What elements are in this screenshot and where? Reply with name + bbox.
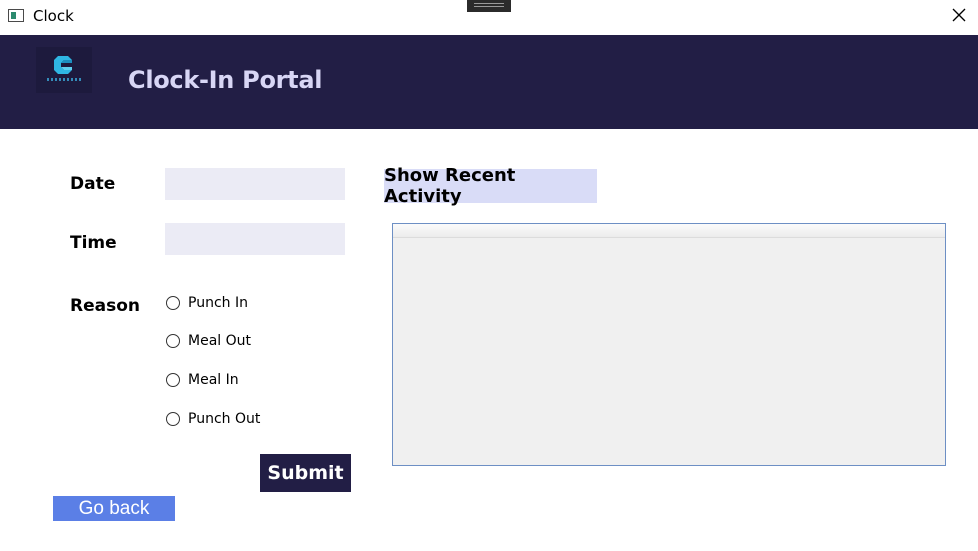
- go-back-button[interactable]: Go back: [53, 496, 175, 521]
- radio-meal-in[interactable]: Meal In: [166, 370, 239, 390]
- radio-punch-out[interactable]: Punch Out: [166, 409, 260, 429]
- radio-button-icon[interactable]: [166, 412, 180, 426]
- recent-activity-grid[interactable]: [392, 223, 946, 466]
- radio-label: Meal Out: [188, 333, 251, 349]
- clock-window: Clock Clock-In Portal Date Time Reason P…: [0, 0, 978, 551]
- title-bar[interactable]: Clock: [0, 0, 978, 35]
- radio-label: Punch In: [188, 295, 248, 311]
- app-window-icon: [8, 9, 24, 22]
- logo-tagline: [47, 78, 81, 81]
- page-title: Clock-In Portal: [128, 66, 323, 94]
- close-button[interactable]: [944, 4, 974, 30]
- close-icon: [952, 8, 966, 22]
- radio-button-icon[interactable]: [166, 334, 180, 348]
- company-logo: [36, 47, 92, 93]
- drag-handle-icon[interactable]: [467, 0, 511, 12]
- portal-header: Clock-In Portal: [0, 35, 978, 129]
- time-label: Time: [70, 233, 117, 253]
- reason-label: Reason: [70, 296, 140, 316]
- radio-label: Meal In: [188, 372, 239, 388]
- radio-punch-in[interactable]: Punch In: [166, 293, 248, 313]
- submit-button[interactable]: Submit: [260, 454, 351, 492]
- grid-header: [393, 224, 945, 238]
- logo-icon: [54, 56, 72, 74]
- window-title: Clock: [33, 7, 74, 25]
- show-recent-activity-button[interactable]: Show Recent Activity: [384, 165, 597, 207]
- time-input[interactable]: [165, 223, 345, 255]
- radio-button-icon[interactable]: [166, 296, 180, 310]
- radio-label: Punch Out: [188, 411, 261, 427]
- date-label: Date: [70, 174, 116, 194]
- radio-meal-out[interactable]: Meal Out: [166, 331, 251, 351]
- date-input[interactable]: [165, 168, 345, 200]
- radio-button-icon[interactable]: [166, 373, 180, 387]
